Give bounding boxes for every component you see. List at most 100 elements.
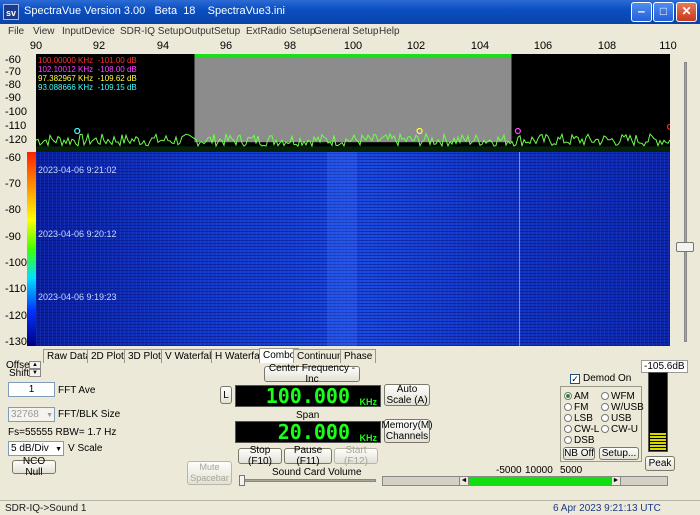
radio-label: LSB bbox=[574, 413, 593, 424]
offset-down-button[interactable]: ▼ bbox=[29, 369, 41, 377]
fft-ave-label: FFT Ave bbox=[58, 385, 96, 396]
chevron-down-icon: ▼ bbox=[46, 412, 53, 419]
radio-label: CW-L bbox=[574, 424, 600, 435]
fft-size-value: 32768 bbox=[11, 409, 39, 420]
waterfall-db-label: -90 bbox=[5, 231, 21, 243]
fft-size-select[interactable]: 32768 ▼ bbox=[8, 407, 55, 422]
radio-dsb[interactable]: DSB bbox=[564, 435, 595, 446]
menu-extradio-setup[interactable]: ExtRadio Setup bbox=[246, 26, 316, 37]
vscale-value: 5 dB/Div bbox=[11, 443, 49, 454]
waterfall-display[interactable]: 2023-04-06 9:21:02 2023-04-06 9:20:12 20… bbox=[36, 152, 670, 346]
radio-label: CW-U bbox=[611, 424, 639, 435]
span-value: 20.000 bbox=[277, 420, 350, 444]
scroll-right-icon[interactable]: ► bbox=[611, 476, 621, 486]
status-bar: SDR-IQ->Sound 1 6 Apr 2023 9:21:13 UTC bbox=[0, 500, 700, 515]
volume-slider[interactable] bbox=[240, 479, 376, 482]
menu-input-device[interactable]: InputDevice bbox=[62, 26, 115, 37]
waterfall-db-label: -120 bbox=[5, 310, 28, 322]
radio-dot bbox=[601, 414, 609, 422]
memory-channels-button[interactable]: Memory(M) Channels bbox=[381, 419, 433, 443]
volume-knob[interactable] bbox=[239, 475, 245, 486]
marker-readout: 97.382967 KHz -109.62 dB bbox=[38, 74, 137, 83]
mute-button[interactable]: Mute Spacebar bbox=[187, 461, 232, 485]
radio-dot bbox=[564, 425, 572, 433]
demod-setup-button[interactable]: Setup... bbox=[599, 447, 639, 460]
tab-phase[interactable]: Phase bbox=[340, 349, 377, 363]
waterfall-db-label: -130 bbox=[5, 336, 28, 348]
menu-general-setup[interactable]: General Setup bbox=[314, 26, 379, 37]
marker-readout: 93.088666 KHz -109.15 dB bbox=[38, 83, 137, 92]
start-button[interactable]: Start (F12) bbox=[334, 445, 378, 467]
waterfall-timestamp: 2023-04-06 9:21:02 bbox=[38, 165, 117, 175]
nco-null-button[interactable]: NCO Null bbox=[12, 456, 56, 478]
radio-lsb[interactable]: LSB bbox=[564, 413, 593, 424]
spectrum-db-label: -70 bbox=[5, 66, 21, 78]
frequency-scrollbar[interactable]: ◄ ► bbox=[382, 476, 668, 486]
l-button[interactable]: L bbox=[220, 386, 232, 404]
radio-label: WFM bbox=[611, 391, 635, 402]
auto-scale-button[interactable]: Auto Scale (A) bbox=[384, 384, 430, 406]
spectrum-db-label: -90 bbox=[5, 92, 21, 104]
freq-tick: 104 bbox=[470, 40, 490, 52]
radio-label: W/USB bbox=[611, 402, 644, 413]
menu-file[interactable]: File bbox=[8, 26, 24, 37]
radio-fm[interactable]: FM bbox=[564, 402, 588, 413]
spectrum-plot[interactable]: 100.00000 KHz -101.00 dB 102.10012 KHz -… bbox=[36, 54, 670, 152]
demod-on-label: Demod On bbox=[583, 373, 632, 384]
radio-am[interactable]: AM bbox=[564, 391, 589, 402]
demod-on-checkbox[interactable]: ✓ Demod On bbox=[570, 373, 631, 384]
close-icon[interactable]: ✕ bbox=[676, 2, 697, 22]
scale-label: 10000 bbox=[525, 465, 553, 476]
spectrum-db-label: -120 bbox=[5, 134, 28, 146]
fft-ave-input[interactable]: 1 bbox=[8, 382, 55, 397]
radio-label: USB bbox=[611, 413, 632, 424]
slider-knob[interactable] bbox=[676, 242, 694, 252]
center-frequency-button[interactable]: Center Frequency - Inc bbox=[264, 363, 360, 385]
chevron-down-icon: ▼ bbox=[55, 446, 62, 453]
radio-wfm[interactable]: WFM bbox=[601, 391, 635, 402]
marker-point bbox=[514, 127, 521, 135]
radio-label: AM bbox=[574, 391, 589, 402]
peak-button[interactable]: Peak bbox=[645, 456, 675, 471]
stop-button[interactable]: Stop (F10) bbox=[238, 445, 282, 467]
offset-up-button[interactable]: ▲ bbox=[29, 361, 41, 369]
waterfall-colorbar bbox=[27, 152, 36, 346]
maximize-icon[interactable]: □ bbox=[653, 2, 674, 22]
freq-tick: 106 bbox=[533, 40, 553, 52]
center-frequency-display[interactable]: 100.000 KHz bbox=[235, 385, 381, 407]
spectrum-db-label: -80 bbox=[5, 79, 21, 91]
waterfall-db-label: -80 bbox=[5, 204, 21, 216]
radio-cw-u[interactable]: CW-U bbox=[601, 424, 638, 435]
menu-help[interactable]: Help bbox=[379, 26, 400, 37]
radio-cw-l[interactable]: CW-L bbox=[564, 424, 599, 435]
span-display[interactable]: 20.000 KHz bbox=[235, 421, 381, 443]
scale-label: -5000 bbox=[496, 465, 522, 476]
tab-2d-plot[interactable]: 2D Plot bbox=[87, 349, 128, 363]
vscale-select[interactable]: 5 dB/Div ▼ bbox=[8, 441, 64, 456]
waterfall-center-band bbox=[327, 152, 357, 346]
status-input-output: SDR-IQ->Sound 1 bbox=[5, 503, 87, 514]
fs-rbw-readout: Fs=55555 RBW= 1.7 Hz bbox=[8, 427, 117, 438]
menu-bar: File View InputDevice SDR-IQ Setup Outpu… bbox=[0, 24, 700, 40]
scroll-left-icon[interactable]: ◄ bbox=[459, 476, 469, 486]
nb-off-button[interactable]: NB Off bbox=[563, 447, 595, 460]
freq-tick: 96 bbox=[219, 40, 233, 52]
menu-output-setup[interactable]: OutputSetup bbox=[184, 26, 240, 37]
vertical-slider[interactable] bbox=[670, 54, 700, 349]
app-icon: sv bbox=[3, 4, 19, 20]
fft-size-label: FFT/BLK Size bbox=[58, 409, 121, 420]
freq-tick: 98 bbox=[283, 40, 297, 52]
radio-wusb[interactable]: W/USB bbox=[601, 402, 644, 413]
slider-track bbox=[684, 62, 687, 342]
scrollbar-thumb[interactable] bbox=[467, 477, 613, 485]
title-bar[interactable]: sv SpectraVue Version 3.00 Beta 18 Spect… bbox=[0, 0, 700, 24]
radio-usb[interactable]: USB bbox=[601, 413, 632, 424]
minimize-icon[interactable]: ‒ bbox=[631, 2, 652, 22]
tab-v-waterfall[interactable]: V Waterfall bbox=[161, 349, 218, 363]
menu-view[interactable]: View bbox=[33, 26, 55, 37]
vscale-label: V Scale bbox=[68, 443, 103, 454]
tab-3d-plot[interactable]: 3D Plot bbox=[124, 349, 165, 363]
shift-label: Shift bbox=[9, 368, 30, 379]
pause-button[interactable]: Pause (F11) bbox=[284, 445, 332, 467]
menu-sdr-iq-setup[interactable]: SDR-IQ Setup bbox=[120, 26, 184, 37]
